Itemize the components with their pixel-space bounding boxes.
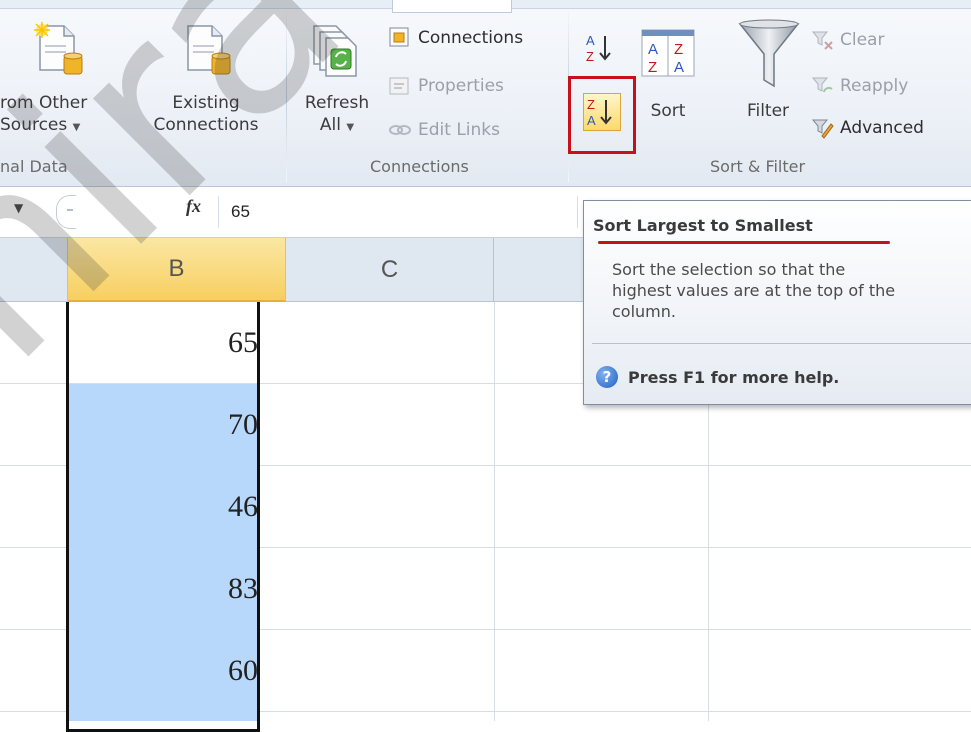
refresh-all-button[interactable]: Refresh All ▼ bbox=[294, 14, 380, 154]
sort-button[interactable]: A Z Z A Sort bbox=[640, 24, 704, 154]
ribbon: rom Other Sources ▼ Existing Connections… bbox=[0, 0, 971, 187]
svg-text:A: A bbox=[586, 33, 595, 48]
edit-links-label: Edit Links bbox=[418, 120, 500, 140]
sort-z-to-a-icon: Z A bbox=[587, 97, 612, 128]
ribbon-tab-notch bbox=[392, 0, 512, 13]
filter-label: Filter bbox=[746, 101, 790, 121]
sort-dialog-icon: A Z Z A bbox=[641, 29, 695, 77]
svg-text:Z: Z bbox=[648, 59, 657, 76]
svg-text:A: A bbox=[587, 113, 596, 128]
advanced-label: Advanced bbox=[840, 118, 924, 138]
sort-z-to-a-button[interactable]: Z A bbox=[568, 76, 636, 154]
edit-links-icon bbox=[389, 125, 411, 135]
sort-label: Sort bbox=[650, 101, 686, 121]
from-other-sources-label-2: Sources bbox=[0, 115, 68, 135]
selection-border bbox=[66, 302, 260, 732]
existing-connections-button[interactable]: Existing Connections bbox=[138, 14, 274, 154]
from-other-sources-icon bbox=[34, 22, 83, 75]
connections-label: Connections bbox=[418, 28, 524, 48]
existing-connections-icon bbox=[187, 25, 231, 75]
sort-z-to-a-hover-box: Z A bbox=[583, 93, 621, 131]
svg-text:A: A bbox=[674, 59, 684, 76]
reapply-label: Reapply bbox=[840, 76, 909, 96]
existing-connections-label-1: Existing bbox=[172, 93, 240, 113]
dropdown-arrow-icon: ▼ bbox=[72, 122, 81, 133]
connections-icon bbox=[389, 27, 409, 47]
tooltip-description-line: Sort the selection so that the bbox=[612, 260, 846, 279]
insert-function-button[interactable]: fx bbox=[186, 196, 201, 217]
reapply-icon bbox=[811, 77, 833, 93]
svg-text:A: A bbox=[648, 41, 658, 58]
clear-filter-button[interactable]: Clear bbox=[810, 28, 884, 52]
formula-bar-grip-icon[interactable] bbox=[56, 195, 76, 229]
filter-funnel-icon bbox=[738, 19, 800, 88]
insert-function-icon: fx bbox=[186, 196, 201, 216]
from-other-sources-button[interactable]: rom Other Sources ▼ bbox=[0, 14, 128, 154]
tooltip-description-line: highest values are at the top of the bbox=[612, 281, 896, 300]
svg-text:Z: Z bbox=[587, 97, 595, 112]
refresh-icon bbox=[313, 25, 357, 77]
sort-filter-group-label: Sort & Filter bbox=[710, 157, 806, 176]
tooltip-help-text: Press F1 for more help. bbox=[628, 368, 840, 387]
tooltip-description: Sort the selection so that the highest v… bbox=[612, 259, 895, 322]
name-box-dropdown-arrow-icon[interactable]: ▼ bbox=[14, 201, 23, 215]
connections-button[interactable]: Connections bbox=[388, 26, 523, 50]
from-other-sources-label-1: rom Other bbox=[0, 93, 88, 113]
tooltip-title-underline bbox=[598, 241, 890, 244]
advanced-filter-icon bbox=[811, 119, 834, 139]
tooltip-title: Sort Largest to Smallest bbox=[593, 216, 813, 235]
sort-a-to-z-button[interactable]: A Z bbox=[582, 30, 618, 66]
get-external-data-group-label: nal Data bbox=[0, 157, 68, 176]
svg-text:Z: Z bbox=[586, 49, 594, 64]
refresh-all-label-1: Refresh bbox=[304, 93, 370, 113]
dropdown-arrow-icon: ▼ bbox=[346, 122, 355, 133]
tooltip-description-line: column. bbox=[612, 302, 676, 321]
properties-label: Properties bbox=[418, 76, 504, 96]
existing-connections-label-2: Connections bbox=[153, 115, 259, 135]
clear-label: Clear bbox=[840, 30, 885, 50]
grip-dot-icon bbox=[67, 209, 73, 211]
column-header-b[interactable]: B bbox=[68, 238, 286, 302]
reapply-button[interactable]: Reapply bbox=[810, 74, 908, 98]
properties-button[interactable]: Properties bbox=[388, 74, 504, 98]
filter-button[interactable]: Filter bbox=[734, 16, 804, 154]
advanced-filter-button[interactable]: Advanced bbox=[810, 116, 924, 140]
help-icon: ? bbox=[596, 366, 618, 388]
column-header-c[interactable]: C bbox=[286, 238, 494, 302]
clear-filter-icon bbox=[811, 31, 833, 50]
row-header-corner bbox=[0, 238, 68, 302]
refresh-all-label-2: All bbox=[319, 115, 341, 135]
properties-icon bbox=[389, 77, 409, 95]
sort-tooltip: Sort Largest to Smallest Sort the select… bbox=[583, 200, 971, 405]
sort-a-to-z-icon: A Z bbox=[586, 33, 611, 64]
edit-links-button[interactable]: Edit Links bbox=[388, 118, 500, 142]
formula-input[interactable]: 65 bbox=[218, 196, 578, 228]
svg-text:Z: Z bbox=[674, 41, 683, 58]
connections-group-label: Connections bbox=[370, 157, 469, 176]
group-separator bbox=[286, 10, 287, 182]
tooltip-divider bbox=[592, 343, 971, 344]
